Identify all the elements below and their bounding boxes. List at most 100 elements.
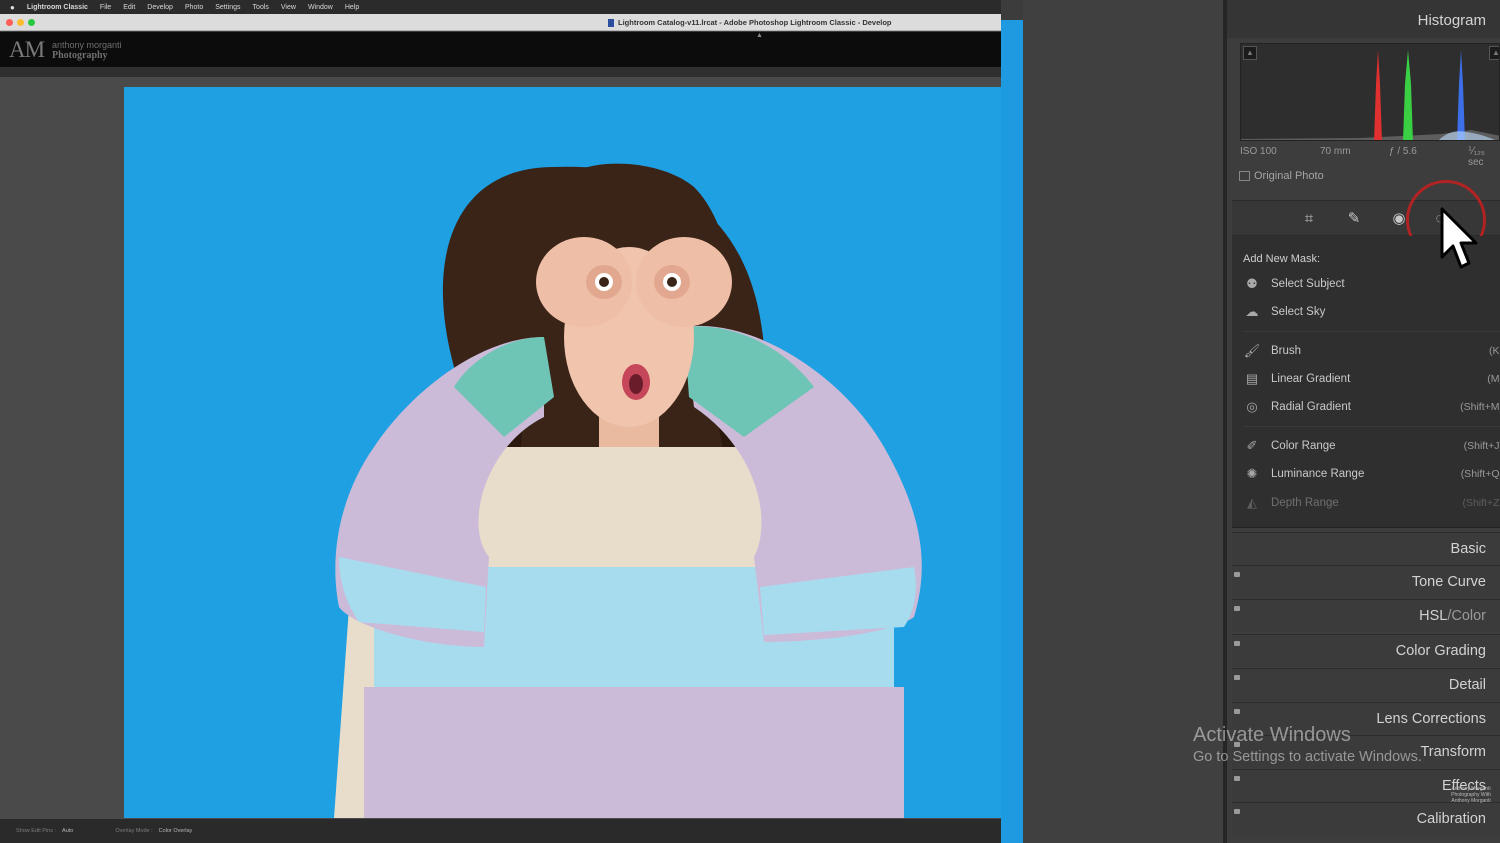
- overlay-mode-select[interactable]: Color Overlay: [159, 828, 193, 834]
- linear-gradient-icon: ▤: [1245, 371, 1259, 386]
- panel-switch-icon[interactable]: [1234, 809, 1240, 814]
- minimize-window-button[interactable]: [17, 19, 24, 26]
- menu-settings[interactable]: Settings: [215, 4, 240, 11]
- crop-icon[interactable]: ⌗: [1299, 209, 1319, 229]
- mouse-cursor-icon: [1440, 207, 1478, 269]
- section-basic[interactable]: Basic: [1232, 532, 1500, 565]
- activation-subtitle: Go to Settings to activate Windows.: [1193, 749, 1422, 765]
- mask-divider: [1243, 426, 1500, 427]
- histogram-header[interactable]: Histogram: [1227, 0, 1500, 38]
- background-gap: [1023, 0, 1223, 843]
- section-calibration[interactable]: Calibration: [1232, 802, 1500, 835]
- window-title: Lightroom Catalog-v11.lrcat - Adobe Phot…: [608, 18, 892, 27]
- panel-switch-icon[interactable]: [1234, 709, 1240, 714]
- windows-activation-notice: Activate Windows Go to Settings to activ…: [1193, 724, 1422, 765]
- mask-brush[interactable]: 🖌 Brush (K): [1243, 340, 1500, 362]
- identity-line2: Photography: [52, 50, 108, 61]
- right-panel: Histogram ▲ ▲ ISO 100 70 mm ƒ / 5.6 ⅟₁₂₅…: [1227, 0, 1500, 843]
- panel-switch-icon[interactable]: [1234, 675, 1240, 680]
- mac-menu-bar: ● Lightroom Classic File Edit Develop Ph…: [0, 0, 1001, 14]
- menu-help[interactable]: Help: [345, 4, 359, 11]
- mask-depth-range: ◭ Depth Range (Shift+Z): [1243, 492, 1500, 514]
- show-edit-pins-select[interactable]: Auto: [62, 828, 73, 834]
- sky-icon: ☁: [1245, 304, 1259, 319]
- menu-tools[interactable]: Tools: [253, 4, 269, 11]
- original-photo-checkbox[interactable]: [1239, 171, 1250, 181]
- identity-line1: anthony morganti: [52, 40, 122, 50]
- mask-item-label: Radial Gradient: [1271, 401, 1351, 413]
- original-photo-toggle[interactable]: Original Photo: [1239, 170, 1324, 182]
- histogram-title: Histogram: [1417, 12, 1486, 29]
- section-label: Transform: [1420, 744, 1486, 760]
- mask-item-label: Select Sky: [1271, 306, 1326, 318]
- menu-app-name[interactable]: Lightroom Classic: [27, 4, 88, 11]
- identity-initials: AM: [9, 37, 45, 62]
- healing-icon[interactable]: ✎: [1344, 209, 1364, 229]
- exif-shutter: ⅟₁₂₅ sec: [1468, 146, 1485, 168]
- mask-linear-gradient[interactable]: ▤ Linear Gradient (M): [1243, 368, 1500, 390]
- mask-radial-gradient[interactable]: ◎ Radial Gradient (Shift+M): [1243, 396, 1500, 418]
- menu-view[interactable]: View: [281, 4, 296, 11]
- mask-luminance-range[interactable]: ✺ Luminance Range (Shift+Q): [1243, 463, 1500, 485]
- secondary-window-edge: [1001, 20, 1023, 843]
- mask-item-label: Select Subject: [1271, 278, 1345, 290]
- mask-item-shortcut: (M): [1487, 373, 1500, 385]
- radial-gradient-icon: ◎: [1246, 399, 1258, 414]
- panel-switch-icon[interactable]: [1234, 572, 1240, 577]
- photo[interactable]: [124, 87, 1001, 818]
- section-label: Calibration: [1416, 811, 1486, 827]
- menu-photo[interactable]: Photo: [185, 4, 203, 11]
- lightroom-window: ● Lightroom Classic File Edit Develop Ph…: [0, 0, 1500, 843]
- image-canvas[interactable]: [0, 67, 1001, 819]
- mask-select-sky[interactable]: ☁ Select Sky: [1243, 301, 1500, 323]
- menu-file[interactable]: File: [100, 4, 111, 11]
- show-edit-pins-label: Show Edit Pins :: [16, 828, 57, 834]
- highlight-clipping-icon[interactable]: ▲: [1489, 46, 1499, 60]
- histogram-graph[interactable]: ▲ ▲: [1240, 43, 1500, 141]
- panel-switch-icon[interactable]: [1234, 606, 1240, 611]
- menu-develop[interactable]: Develop: [147, 4, 173, 11]
- histogram-plot: [1241, 50, 1499, 140]
- mask-item-shortcut: (Shift+Q): [1460, 468, 1500, 480]
- menu-window[interactable]: Window: [308, 4, 333, 11]
- person-icon: ⚉: [1246, 276, 1258, 291]
- section-color-grading[interactable]: Color Grading: [1232, 634, 1500, 667]
- exif-aperture: ƒ / 5.6: [1389, 146, 1417, 157]
- mask-item-label: Luminance Range: [1271, 468, 1365, 480]
- section-tone-curve[interactable]: Tone Curve: [1232, 565, 1500, 598]
- color-tab[interactable]: Color: [1451, 608, 1486, 624]
- exif-focal-length: 70 mm: [1320, 146, 1351, 157]
- section-label: Detail: [1448, 677, 1486, 693]
- traffic-lights: [6, 19, 35, 26]
- mask-select-subject[interactable]: ⚉ Select Subject: [1243, 273, 1500, 295]
- masking-panel: Add New Mask: ⚉ Select Subject ☁ Select …: [1232, 236, 1500, 528]
- mask-item-shortcut: (Shift+Z): [1462, 497, 1500, 509]
- section-label: HSL/Color: [1419, 608, 1486, 624]
- close-window-button[interactable]: [6, 19, 13, 26]
- mask-item-shortcut: (Shift+J): [1463, 440, 1500, 452]
- add-new-mask-heading: Add New Mask:: [1243, 253, 1321, 265]
- hsl-tab[interactable]: HSL: [1419, 608, 1447, 624]
- section-label: Tone Curve: [1411, 574, 1486, 590]
- develop-toolbar: Show Edit Pins : Auto Overlay Mode : Col…: [0, 819, 1001, 843]
- activation-title: Activate Windows: [1193, 724, 1351, 746]
- identity-plate: AM anthony morganti Photography ▲: [0, 32, 1001, 67]
- apple-icon[interactable]: ●: [10, 3, 15, 12]
- document-icon: [608, 18, 614, 27]
- menu-edit[interactable]: Edit: [123, 4, 135, 11]
- panel-switch-icon[interactable]: [1234, 776, 1240, 781]
- identity-name: anthony morganti Photography: [52, 40, 122, 61]
- shadow-clipping-icon[interactable]: ▲: [1243, 46, 1257, 60]
- mask-item-shortcut: (Shift+M): [1460, 401, 1500, 413]
- mask-color-range[interactable]: ✐ Color Range (Shift+J): [1243, 435, 1500, 457]
- panel-switch-icon[interactable]: [1234, 641, 1240, 646]
- section-label: Basic: [1450, 541, 1486, 557]
- section-hsl-color[interactable]: HSL/Color: [1232, 599, 1500, 632]
- mask-item-label: Brush: [1271, 345, 1302, 357]
- mask-item-label: Linear Gradient: [1271, 373, 1351, 385]
- panel-collapse-caret-icon[interactable]: ▲: [756, 32, 763, 39]
- section-detail[interactable]: Detail: [1232, 668, 1500, 701]
- brush-icon: 🖌: [1243, 343, 1261, 358]
- window-title-bar: Lightroom Catalog-v11.lrcat - Adobe Phot…: [0, 14, 1001, 31]
- zoom-window-button[interactable]: [28, 19, 35, 26]
